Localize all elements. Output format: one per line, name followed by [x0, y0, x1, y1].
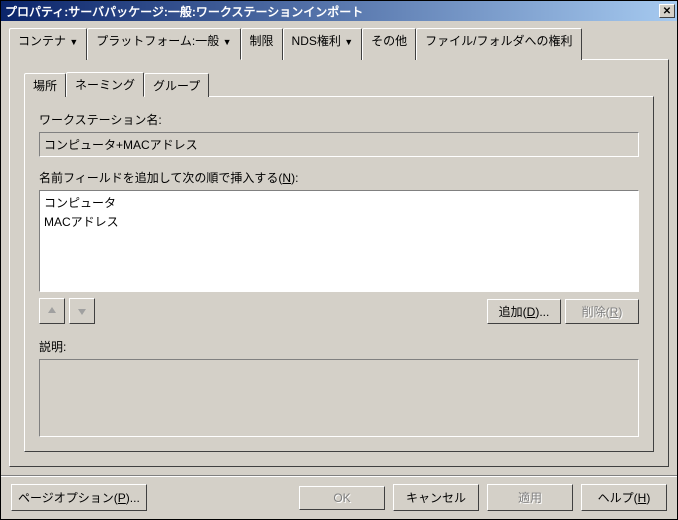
- tab-label: グループ: [153, 79, 200, 93]
- tab-label: ネーミング: [75, 78, 135, 92]
- tab-group[interactable]: グループ: [144, 73, 209, 97]
- tab-location[interactable]: 場所: [24, 73, 66, 97]
- tab-label: コンテナ: [18, 34, 66, 48]
- tab-restrictions[interactable]: 制限: [241, 28, 283, 60]
- remove-button[interactable]: 削除(R): [565, 299, 639, 324]
- list-toolbar: 追加(D)... 削除(R): [39, 298, 639, 324]
- tab-container[interactable]: コンテナ ▼: [9, 28, 87, 60]
- tab-nds-rights[interactable]: NDS権利 ▼: [283, 28, 363, 60]
- dialog-footer: ページオプション(P)... OK キャンセル 適用 ヘルプ(H): [1, 475, 677, 519]
- tab-platform-general[interactable]: プラットフォーム:一般 ▼: [87, 28, 240, 60]
- chevron-down-icon: ▼: [69, 37, 78, 47]
- list-item[interactable]: MACアドレス: [42, 212, 636, 231]
- tab-label: NDS権利: [292, 34, 341, 48]
- inner-panel: ワークステーション名: コンピュータ+MACアドレス 名前フィールドを追加して次…: [24, 96, 654, 452]
- tab-file-folder-rights[interactable]: ファイル/フォルダへの権利: [416, 28, 581, 60]
- tab-label: その他: [371, 34, 407, 48]
- properties-dialog: プロパティ:サーバパッケージ:一般:ワークステーションインポート ✕ コンテナ …: [0, 0, 678, 520]
- workstation-name-value: コンピュータ+MACアドレス: [39, 132, 639, 157]
- description-box: [39, 359, 639, 437]
- arrow-up-icon: [46, 305, 58, 317]
- workstation-name-label: ワークステーション名:: [39, 111, 639, 128]
- inner-tabstrip: 場所 ネーミング グループ: [24, 72, 654, 96]
- tab-label: 場所: [33, 79, 57, 93]
- add-button[interactable]: 追加(D)...: [487, 299, 561, 324]
- page-options-button[interactable]: ページオプション(P)...: [11, 484, 147, 511]
- chevron-down-icon: ▼: [223, 37, 232, 47]
- description-area: 説明:: [39, 338, 639, 437]
- main-tab-panel: 場所 ネーミング グループ ワークステーション名: コンピュータ+MACアドレス…: [9, 59, 669, 467]
- content-area: コンテナ ▼ プラットフォーム:一般 ▼ 制限 NDS権利 ▼ その他 ファイル…: [1, 21, 677, 475]
- arrow-down-icon: [76, 305, 88, 317]
- chevron-down-icon: ▼: [344, 37, 353, 47]
- titlebar: プロパティ:サーバパッケージ:一般:ワークステーションインポート ✕: [1, 1, 677, 21]
- main-tabstrip: コンテナ ▼ プラットフォーム:一般 ▼ 制限 NDS権利 ▼ その他 ファイル…: [9, 27, 669, 59]
- tab-naming[interactable]: ネーミング: [66, 72, 144, 97]
- move-down-button[interactable]: [69, 298, 95, 324]
- move-up-button[interactable]: [39, 298, 65, 324]
- cancel-button[interactable]: キャンセル: [393, 484, 479, 511]
- close-icon[interactable]: ✕: [659, 4, 675, 18]
- name-fields-label: 名前フィールドを追加して次の順で挿入する(N):: [39, 169, 639, 186]
- help-button[interactable]: ヘルプ(H): [581, 484, 667, 511]
- ok-button[interactable]: OK: [299, 486, 385, 510]
- tab-label: ファイル/フォルダへの権利: [425, 34, 572, 48]
- name-fields-listbox[interactable]: コンピュータ MACアドレス: [39, 190, 639, 292]
- tab-label: プラットフォーム:一般: [96, 34, 219, 48]
- window-title: プロパティ:サーバパッケージ:一般:ワークステーションインポート: [5, 3, 659, 20]
- apply-button[interactable]: 適用: [487, 484, 573, 511]
- tab-label: 制限: [250, 34, 274, 48]
- description-label: 説明:: [39, 338, 639, 355]
- tab-other[interactable]: その他: [362, 28, 416, 60]
- list-item[interactable]: コンピュータ: [42, 193, 636, 212]
